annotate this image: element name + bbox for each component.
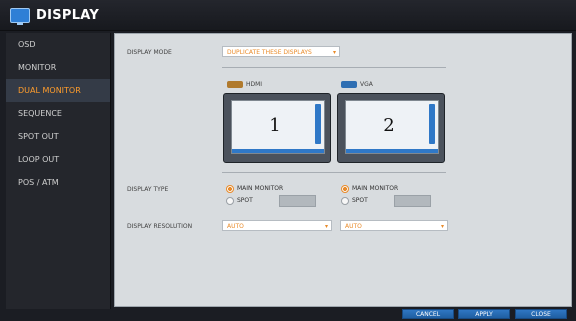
chevron-down-icon: ▾ — [332, 49, 336, 56]
resolution-dropdown-2[interactable]: AUTO ▾ — [340, 220, 448, 231]
display-window: DISPLAY OSD MONITOR DUAL MONITOR SEQUENC… — [0, 0, 576, 321]
sidebar-item-spot-out[interactable]: SPOT OUT — [6, 125, 110, 148]
sidebar-item-monitor[interactable]: MONITOR — [6, 56, 110, 79]
monitor-icon — [10, 8, 30, 25]
monitor-1-taskbar — [232, 149, 324, 153]
monitor-2[interactable]: 2 — [337, 93, 445, 163]
bottom-bar: CANCEL APPLY CLOSE — [0, 309, 576, 321]
display-mode-dropdown[interactable]: DUPLICATE THESE DISPLAYS ▾ — [222, 46, 340, 57]
monitor-1-main-radio[interactable] — [226, 185, 234, 193]
sidebar: OSD MONITOR DUAL MONITOR SEQUENCE SPOT O… — [6, 33, 111, 313]
monitor-1-main-label: MAIN MONITOR — [237, 185, 284, 192]
main-panel: DISPLAY MODE DUPLICATE THESE DISPLAYS ▾ … — [114, 33, 572, 307]
apply-button[interactable]: APPLY — [458, 309, 510, 319]
monitor-2-main-radio[interactable] — [341, 185, 349, 193]
close-button[interactable]: CLOSE — [515, 309, 567, 319]
vga-label: VGA — [360, 81, 373, 88]
monitor-1-spot-radio[interactable] — [226, 197, 234, 205]
display-mode-value: DUPLICATE THESE DISPLAYS — [227, 49, 312, 56]
sidebar-item-sequence[interactable]: SEQUENCE — [6, 102, 110, 125]
resolution-dropdown-1[interactable]: AUTO ▾ — [222, 220, 332, 231]
divider — [222, 172, 446, 173]
sidebar-item-dual-monitor[interactable]: DUAL MONITOR — [6, 79, 110, 102]
cancel-button[interactable]: CANCEL — [402, 309, 454, 319]
divider — [222, 67, 446, 68]
resolution-2-value: AUTO — [345, 223, 362, 230]
vga-port-icon — [341, 81, 357, 88]
display-type-label: DISPLAY TYPE — [127, 186, 169, 193]
sidebar-item-loop-out[interactable]: LOOP OUT — [6, 148, 110, 171]
monitor-2-number: 2 — [383, 115, 395, 136]
chevron-down-icon: ▾ — [324, 223, 328, 230]
sidebar-item-pos-atm[interactable]: POS / ATM — [6, 171, 110, 194]
monitor-2-spot-field[interactable] — [394, 195, 431, 207]
resolution-1-value: AUTO — [227, 223, 244, 230]
window-title: DISPLAY — [36, 8, 100, 23]
sidebar-item-osd[interactable]: OSD — [6, 33, 110, 56]
chevron-down-icon: ▾ — [440, 223, 444, 230]
monitor-2-spot-radio[interactable] — [341, 197, 349, 205]
display-resolution-label: DISPLAY RESOLUTION — [127, 223, 193, 230]
display-mode-label: DISPLAY MODE — [127, 49, 172, 56]
monitor-1-screen: 1 — [231, 100, 325, 154]
hdmi-label: HDMI — [246, 81, 263, 88]
monitor-2-spot-label: SPOT — [352, 197, 368, 204]
monitor-1[interactable]: 1 — [223, 93, 331, 163]
monitor-2-main-label: MAIN MONITOR — [352, 185, 399, 192]
monitor-2-taskbar — [346, 149, 438, 153]
hdmi-port-icon — [227, 81, 243, 88]
monitor-1-spot-field[interactable] — [279, 195, 316, 207]
monitor-2-screen: 2 — [345, 100, 439, 154]
title-bar: DISPLAY — [0, 0, 576, 31]
monitor-1-number: 1 — [269, 115, 281, 136]
monitor-1-spot-label: SPOT — [237, 197, 253, 204]
